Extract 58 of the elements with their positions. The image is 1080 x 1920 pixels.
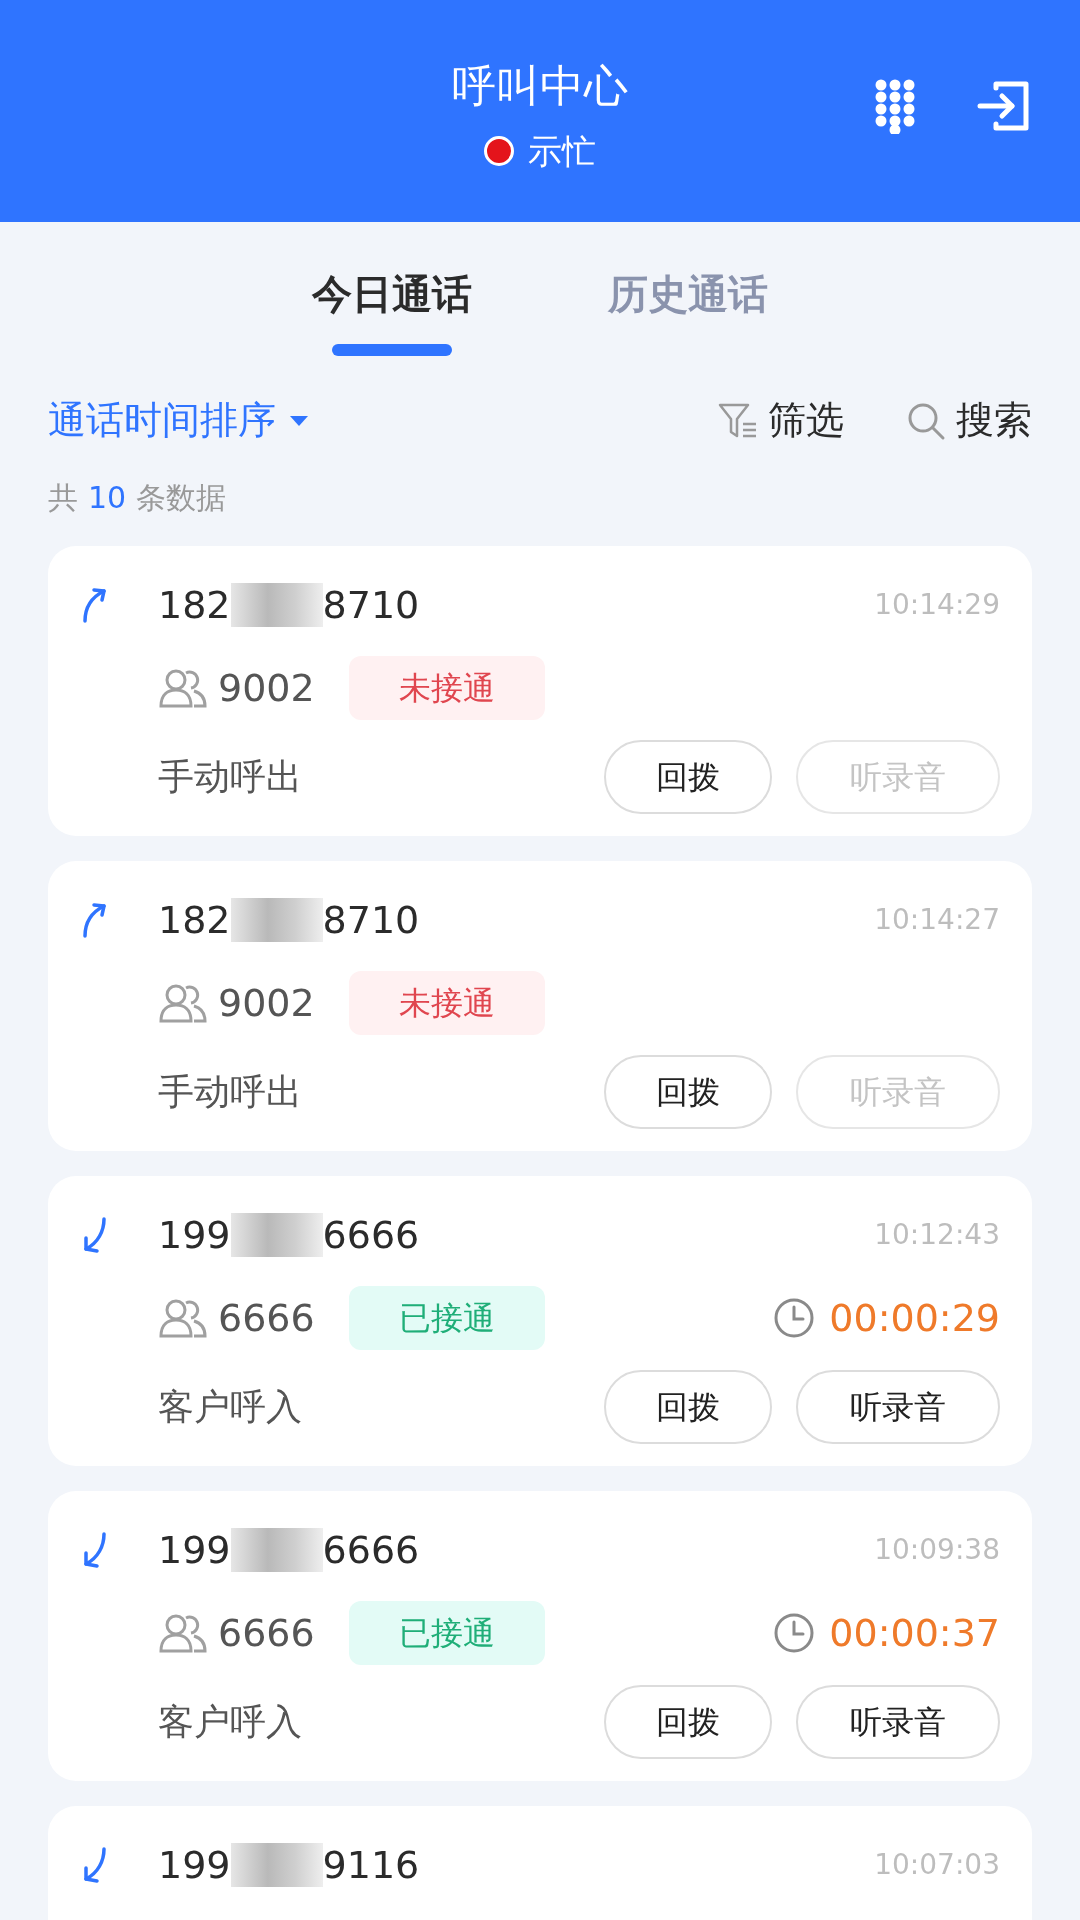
call-type: 客户呼入 [158, 1700, 302, 1744]
call-time: 10:12:43 [874, 1217, 1000, 1253]
call-card[interactable]: 182 8710 10:14:29 9002 未接通 手动呼出 回拨 听录音 [48, 546, 1032, 836]
status-badge: 已接通 [348, 1601, 545, 1665]
call-card[interactable]: 199 6666 10:12:43 6666 已接通 00:00:29 客户呼入 回拨 听录音 [48, 1176, 1032, 1466]
listen-recording-button[interactable]: 听录音 [796, 1370, 1000, 1444]
call-time: 10:14:29 [874, 587, 1000, 623]
phone-number-suffix: 9116 [322, 1842, 420, 1889]
status-badge: 已接通 [348, 1286, 545, 1350]
call-type: 手动呼出 [158, 755, 302, 799]
phone-number-suffix: 6666 [322, 1212, 420, 1259]
call-type: 客户呼入 [158, 1385, 302, 1429]
tab[interactable]: 今日通话 [312, 266, 472, 322]
people-icon [158, 1298, 208, 1338]
call-type: 手动呼出 [158, 1070, 302, 1114]
call-time: 10:09:38 [874, 1532, 1000, 1568]
callback-button[interactable]: 回拨 [604, 1370, 772, 1444]
filter-icon [718, 401, 758, 440]
dialpad-icon[interactable] [874, 78, 916, 134]
agent-number: 9002 [218, 664, 315, 712]
call-time: 10:14:27 [874, 902, 1000, 938]
call-duration: 00:00:37 [829, 1609, 1000, 1657]
caret-icon [290, 415, 308, 426]
agent-number: 6666 [218, 1294, 315, 1342]
filter-button[interactable]: 筛选 [718, 392, 844, 449]
call-card[interactable]: 199 9116 10:07:03 [48, 1806, 1032, 1920]
clock-icon [773, 1612, 816, 1654]
call-time: 10:07:03 [874, 1847, 1000, 1883]
status-badge: 未接通 [348, 971, 545, 1035]
status-badge: 未接通 [348, 656, 545, 720]
people-icon [158, 983, 208, 1023]
phone-number-prefix: 182 [158, 897, 231, 944]
agent-number: 6666 [218, 1609, 315, 1657]
callback-button[interactable]: 回拨 [604, 1685, 772, 1759]
phone-number-suffix: 8710 [322, 582, 420, 629]
phone-number-prefix: 199 [158, 1212, 231, 1259]
page-title: 呼叫中心 [452, 58, 628, 113]
call-card[interactable]: 199 6666 10:09:38 6666 已接通 00:00:37 客户呼入 回拨 听录音 [48, 1491, 1032, 1781]
phone-number-suffix: 8710 [322, 897, 420, 944]
call-card[interactable]: 182 8710 10:14:27 9002 未接通 手动呼出 回拨 听录音 [48, 861, 1032, 1151]
search-button[interactable]: 搜索 [906, 392, 1032, 449]
clock-icon [773, 1297, 816, 1339]
sort-dropdown[interactable]: 通话时间排序 [48, 392, 308, 449]
count-label: 条数据 [136, 479, 227, 517]
record-count: 10 [88, 479, 127, 517]
agent-number: 9002 [218, 979, 315, 1027]
agent-status: 示忙 [528, 129, 596, 173]
phone-number-prefix: 199 [158, 1527, 231, 1574]
people-icon [158, 1613, 208, 1653]
callback-button[interactable]: 回拨 [604, 1055, 772, 1129]
people-icon [158, 668, 208, 708]
phone-number-prefix: 182 [158, 582, 231, 629]
phone-number-prefix: 199 [158, 1842, 231, 1889]
call-duration: 00:00:29 [829, 1294, 1000, 1342]
listen-recording-button[interactable]: 听录音 [796, 1685, 1000, 1759]
phone-number-suffix: 6666 [322, 1527, 420, 1574]
count-label: 共 [48, 479, 78, 517]
callback-button[interactable]: 回拨 [604, 740, 772, 814]
